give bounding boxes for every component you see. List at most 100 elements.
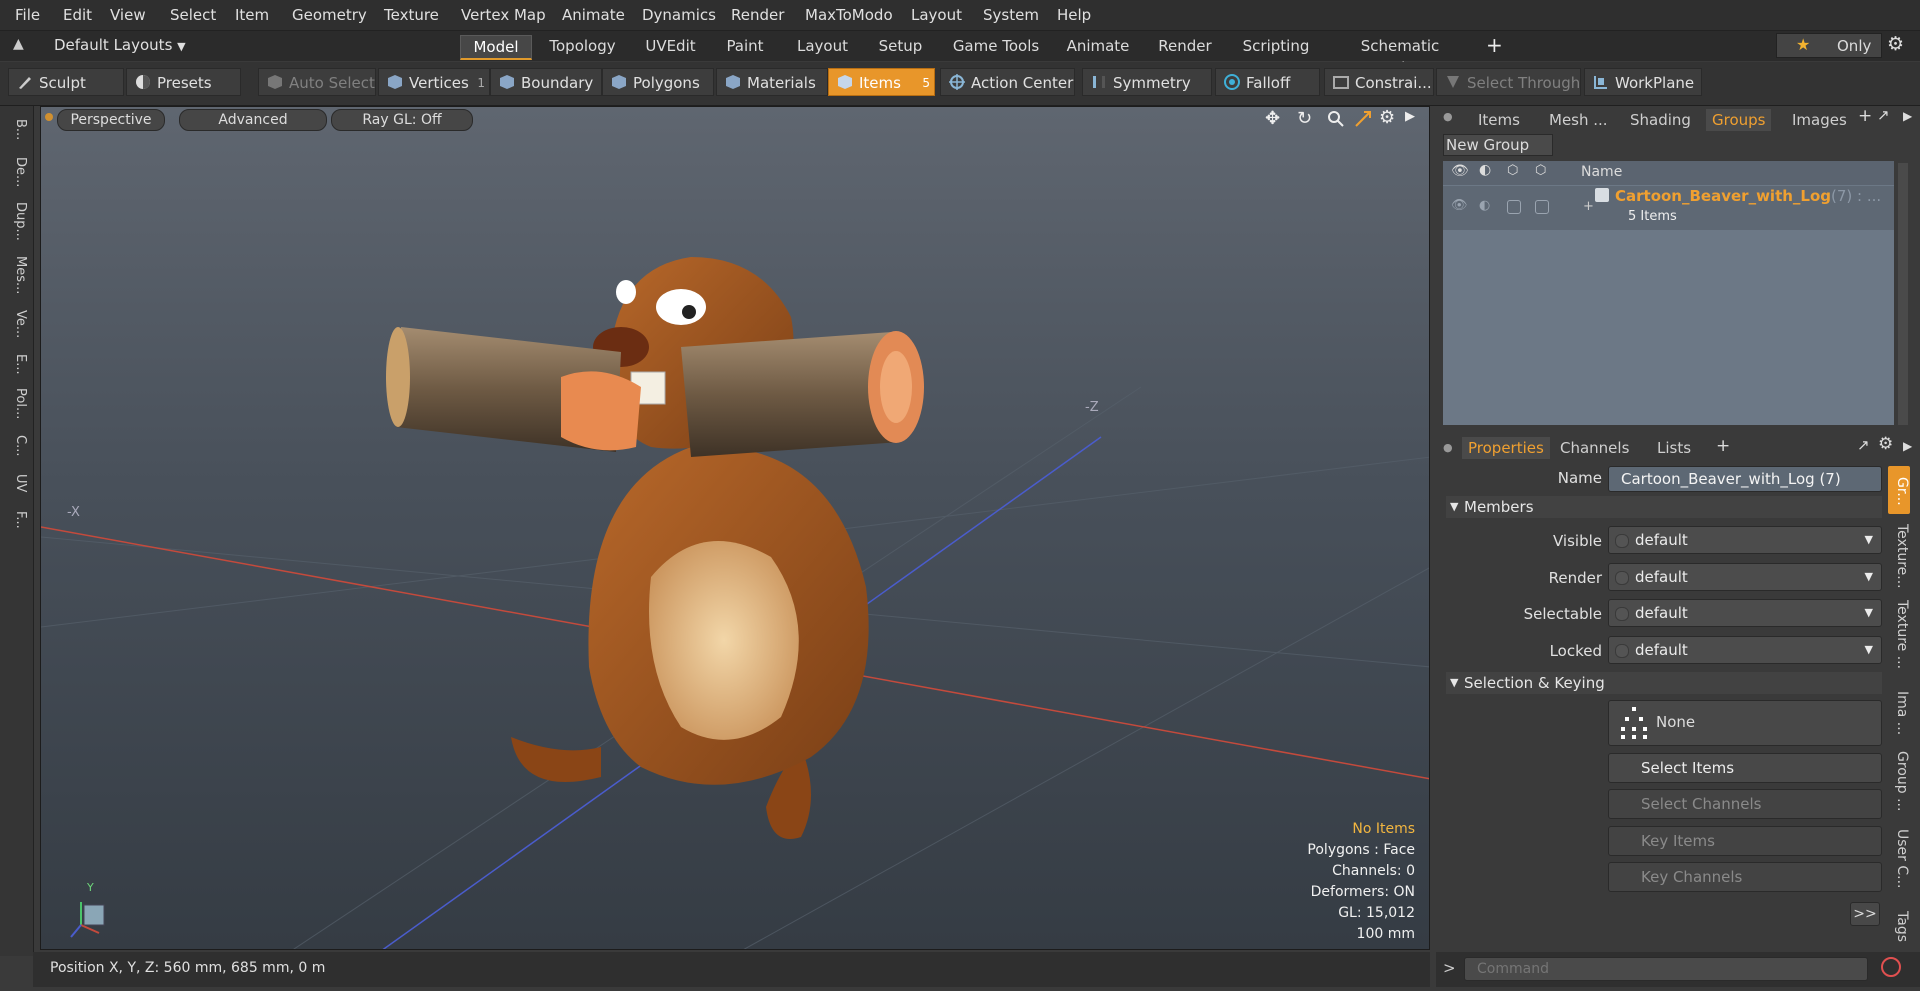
members-section-header[interactable]: ▼ Members <box>1446 496 1882 518</box>
constraints-button[interactable]: Constrai... <box>1324 68 1434 96</box>
tab-animate[interactable]: Animate <box>1064 35 1132 57</box>
new-group-button[interactable]: New Group <box>1443 134 1553 156</box>
menu-maxtomodo[interactable]: MaxToModo <box>805 6 893 24</box>
group-render-icon[interactable]: ◐ <box>1479 198 1490 213</box>
menu-vertex-map[interactable]: Vertex Map <box>461 6 546 24</box>
panel-menu-arrow-icon[interactable]: ▶ <box>1903 109 1912 123</box>
group-select-checkbox[interactable] <box>1507 200 1521 214</box>
vtab-group[interactable]: Gr... <box>1888 470 1910 512</box>
add-panel-tab-icon[interactable]: + <box>1858 106 1872 126</box>
select-items-button[interactable]: Select Items <box>1608 753 1882 783</box>
left-tab-fusion[interactable]: F... <box>6 502 28 538</box>
workplane-button[interactable]: WorkPlane <box>1584 68 1702 96</box>
polygons-button[interactable]: Polygons <box>602 68 714 96</box>
gear-icon[interactable]: ⚙ <box>1887 33 1904 55</box>
vtab-texture-2[interactable]: Texture ... <box>1888 600 1910 670</box>
vtab-group-2[interactable]: Group ... <box>1888 750 1910 812</box>
left-tab-edge[interactable]: E... <box>6 348 28 380</box>
only-toggle[interactable]: ★ Only <box>1776 33 1882 58</box>
left-tab-basic[interactable]: B... <box>6 112 28 148</box>
tab-model[interactable]: Model <box>460 35 532 60</box>
zoom-icon[interactable] <box>1327 110 1345 128</box>
tab-images[interactable]: Images <box>1792 109 1847 131</box>
tab-schematic-fusion[interactable]: Schematic Fusion <box>1335 35 1465 77</box>
lock-header-icon[interactable]: ⬡ <box>1535 163 1546 178</box>
selectable-dropdown[interactable]: default ▼ <box>1608 599 1882 627</box>
more-button[interactable]: >> <box>1850 902 1880 926</box>
menu-render[interactable]: Render <box>731 6 784 24</box>
menu-geometry[interactable]: Geometry <box>292 6 367 24</box>
left-tab-duplicate[interactable]: Dup... <box>6 196 28 246</box>
menu-file[interactable]: File <box>15 6 40 24</box>
tab-channels[interactable]: Channels <box>1560 437 1629 459</box>
tab-shading[interactable]: Shading <box>1630 109 1691 131</box>
tab-lists[interactable]: Lists <box>1657 437 1691 459</box>
properties-menu-arrow-icon[interactable]: ▶ <box>1903 439 1912 453</box>
tab-topology[interactable]: Topology <box>545 35 620 57</box>
menu-select[interactable]: Select <box>170 6 216 24</box>
properties-gear-icon[interactable]: ⚙ <box>1878 434 1893 454</box>
rotate-icon[interactable]: ↻ <box>1297 108 1312 129</box>
left-tab-vertex[interactable]: Ve... <box>6 304 28 344</box>
3d-viewport[interactable]: Perspective Advanced Ray GL: Off -X -Z Y… <box>40 106 1430 950</box>
vertices-button[interactable]: Vertices 1 <box>378 68 490 96</box>
menu-animate[interactable]: Animate <box>562 6 625 24</box>
symmetry-button[interactable]: Symmetry <box>1082 68 1212 96</box>
select-channels-button[interactable]: Select Channels <box>1608 789 1882 819</box>
action-center-button[interactable]: Action Center <box>940 68 1075 96</box>
select-through-button[interactable]: Select Through <box>1436 68 1581 96</box>
falloff-button[interactable]: Falloff <box>1215 68 1320 96</box>
tab-mesh[interactable]: Mesh ... <box>1549 109 1608 131</box>
left-tab-uv[interactable]: UV <box>6 468 28 498</box>
group-row[interactable]: 👁 ◐ + Cartoon_Beaver_with_Log (7) : ... … <box>1443 186 1894 230</box>
tab-game-tools[interactable]: Game Tools <box>950 35 1042 57</box>
menu-edit[interactable]: Edit <box>63 6 92 24</box>
tab-groups[interactable]: Groups <box>1706 109 1772 131</box>
perspective-button[interactable]: Perspective <box>57 109 165 131</box>
tab-properties[interactable]: Properties <box>1462 437 1550 459</box>
add-properties-tab-icon[interactable]: + <box>1716 436 1730 456</box>
vtab-tags[interactable]: Tags <box>1888 906 1910 946</box>
group-visible-icon[interactable]: 👁 <box>1451 198 1468 213</box>
menu-system[interactable]: System <box>983 6 1039 24</box>
maximize-icon[interactable] <box>1354 110 1372 128</box>
pan-icon[interactable]: ✥ <box>1265 108 1280 129</box>
tab-render[interactable]: Render <box>1154 35 1216 57</box>
render-dropdown[interactable]: default ▼ <box>1608 563 1882 591</box>
tab-uvedit[interactable]: UVEdit <box>638 35 703 57</box>
locked-dropdown[interactable]: default ▼ <box>1608 636 1882 664</box>
tab-items[interactable]: Items <box>1478 109 1520 131</box>
items-button[interactable]: Items 5 <box>828 68 935 96</box>
viewport-menu-arrow-icon[interactable]: ▶ <box>1405 109 1415 124</box>
expand-properties-icon[interactable]: ↗ <box>1857 436 1870 454</box>
render-header-icon[interactable]: ◐ <box>1479 162 1491 178</box>
left-tab-mesh[interactable]: Mes... <box>6 250 28 300</box>
record-icon[interactable] <box>1881 957 1901 977</box>
presets-button[interactable]: Presets <box>126 68 241 96</box>
materials-button[interactable]: Materials <box>716 68 828 96</box>
key-items-button[interactable]: Key Items <box>1608 826 1882 856</box>
group-list-scrollbar[interactable] <box>1898 163 1908 425</box>
sculpt-button[interactable]: Sculpt <box>8 68 124 96</box>
select-header-icon[interactable]: ⬡ <box>1507 163 1518 178</box>
tab-layout[interactable]: Layout <box>795 35 850 57</box>
add-tab-icon[interactable]: + <box>1486 33 1503 57</box>
vtab-image[interactable]: Ima ... <box>1888 688 1910 738</box>
menu-help[interactable]: Help <box>1057 6 1091 24</box>
selection-keying-section-header[interactable]: ▼ Selection & Keying <box>1446 672 1882 694</box>
visible-dropdown[interactable]: default ▼ <box>1608 526 1882 554</box>
menu-texture[interactable]: Texture <box>384 6 439 24</box>
key-channels-button[interactable]: Key Channels <box>1608 862 1882 892</box>
menu-dynamics[interactable]: Dynamics <box>642 6 716 24</box>
menu-item[interactable]: Item <box>235 6 269 24</box>
tab-paint[interactable]: Paint <box>720 35 770 57</box>
left-tab-polygon[interactable]: Pol... <box>6 384 28 424</box>
tab-setup[interactable]: Setup <box>873 35 928 57</box>
advanced-button[interactable]: Advanced <box>179 109 327 131</box>
visibility-header-icon[interactable]: 👁 <box>1451 163 1469 179</box>
expand-icon[interactable]: + <box>1583 199 1594 214</box>
vtab-texture-1[interactable]: Texture... <box>1888 520 1910 592</box>
none-button[interactable]: None <box>1608 700 1882 746</box>
left-tab-deform[interactable]: De... <box>6 152 28 192</box>
left-tab-curve[interactable]: C... <box>6 428 28 464</box>
